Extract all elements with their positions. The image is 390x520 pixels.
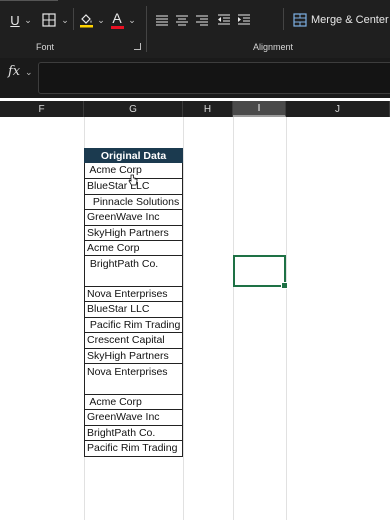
ribbon-edge bbox=[0, 0, 58, 4]
cell-text: Acme Corp bbox=[87, 242, 140, 254]
underline-icon: U bbox=[10, 12, 20, 28]
table-header-cell[interactable]: Original Data bbox=[84, 148, 183, 163]
column-header-h[interactable]: H bbox=[183, 101, 233, 117]
font-color-icon: A bbox=[112, 9, 122, 26]
merge-center-icon bbox=[293, 13, 307, 27]
merge-center-label: Merge & Center bbox=[311, 14, 389, 26]
underline-button[interactable]: U bbox=[8, 10, 22, 30]
gridline bbox=[286, 117, 287, 520]
font-color-dropdown[interactable]: ⌄ bbox=[127, 10, 137, 30]
font-color-swatch bbox=[110, 25, 124, 29]
cell-text: Nova Enterprises bbox=[87, 288, 168, 300]
ribbon-separator bbox=[283, 8, 284, 30]
chevron-down-icon[interactable]: ⌄ bbox=[25, 67, 33, 78]
decrease-indent-button[interactable] bbox=[216, 10, 232, 30]
column-header-f[interactable]: F bbox=[0, 101, 84, 117]
column-header-j[interactable]: J bbox=[286, 101, 390, 117]
align-bottom-icon bbox=[196, 15, 208, 26]
table-cell[interactable]: BlueStar LLC bbox=[84, 302, 183, 318]
cell-text: GreenWave Inc bbox=[87, 411, 160, 423]
decrease-indent-icon bbox=[218, 14, 230, 25]
table-cell[interactable]: Pacific Rim Trading bbox=[84, 441, 183, 457]
dialog-launcher-icon[interactable] bbox=[134, 43, 141, 50]
ribbon: U ⌄ ⌄ ⌄ A ⌄ Font Merge & Center Alignmen… bbox=[0, 0, 390, 58]
table-cell[interactable]: Pacific Rim Trading bbox=[84, 318, 183, 333]
alignment-group-label: Alignment bbox=[253, 42, 294, 52]
cell-text: SkyHigh Partners bbox=[87, 227, 169, 239]
align-middle-button[interactable] bbox=[174, 10, 190, 30]
table-cell[interactable]: Acme Corp bbox=[84, 395, 183, 410]
cell-text: Pinnacle Solutions bbox=[87, 196, 180, 208]
cell-text: BrightPath Co. bbox=[87, 258, 159, 270]
fill-color-dropdown[interactable]: ⌄ bbox=[96, 10, 106, 30]
align-top-button[interactable] bbox=[154, 10, 170, 30]
table-cell[interactable]: Crescent Capital bbox=[84, 333, 183, 349]
increase-indent-icon bbox=[238, 14, 250, 25]
increase-indent-button[interactable] bbox=[236, 10, 252, 30]
gridline bbox=[183, 117, 184, 520]
table-cell[interactable]: GreenWave Inc bbox=[84, 210, 183, 226]
cell-text: SkyHigh Partners bbox=[87, 350, 169, 362]
cell-text: Acme Corp bbox=[87, 396, 142, 408]
align-top-icon bbox=[156, 15, 168, 26]
table-cell[interactable]: SkyHigh Partners bbox=[84, 349, 183, 364]
cell-text: Pacific Rim Trading bbox=[87, 442, 178, 454]
cell-text: BlueStar LLC bbox=[87, 303, 150, 315]
table-cell[interactable]: BrightPath Co. bbox=[84, 256, 183, 287]
fill-color-button[interactable] bbox=[77, 10, 95, 30]
ribbon-separator bbox=[73, 8, 74, 30]
align-bottom-button[interactable] bbox=[194, 10, 210, 30]
formula-input[interactable] bbox=[38, 62, 390, 94]
borders-icon bbox=[42, 13, 56, 27]
cell-text: GreenWave Inc bbox=[87, 211, 160, 223]
worksheet-grid[interactable] bbox=[0, 117, 390, 520]
cell-text: Pacific Rim Trading bbox=[87, 319, 181, 331]
table-cell[interactable]: GreenWave Inc bbox=[84, 410, 183, 426]
merge-center-button[interactable]: Merge & Center bbox=[293, 10, 390, 30]
table-cell[interactable]: Nova Enterprises bbox=[84, 364, 183, 395]
align-middle-icon bbox=[176, 15, 188, 26]
table-cell[interactable]: BrightPath Co. bbox=[84, 426, 183, 441]
table-cell[interactable]: Pinnacle Solutions bbox=[84, 195, 183, 210]
ribbon-separator bbox=[146, 6, 147, 52]
table-cell[interactable]: SkyHigh Partners bbox=[84, 226, 183, 241]
cell-text: Nova Enterprises bbox=[87, 366, 168, 378]
fill-color-icon bbox=[79, 14, 93, 28]
cell-text: BrightPath Co. bbox=[87, 427, 156, 439]
active-cell[interactable] bbox=[233, 255, 288, 289]
column-header-bar: F G H I J bbox=[0, 101, 390, 117]
borders-dropdown[interactable]: ⌄ bbox=[60, 10, 70, 30]
column-header-i[interactable]: I bbox=[233, 101, 286, 117]
underline-dropdown[interactable]: ⌄ bbox=[23, 10, 33, 30]
cell-text: Crescent Capital bbox=[87, 334, 165, 346]
mouse-cursor-icon bbox=[128, 174, 138, 186]
column-header-g[interactable]: G bbox=[84, 101, 183, 117]
font-color-button[interactable]: A bbox=[108, 10, 126, 30]
table-cell[interactable]: Nova Enterprises bbox=[84, 287, 183, 302]
insert-function-button[interactable]: fx bbox=[8, 64, 20, 79]
borders-button[interactable] bbox=[40, 10, 58, 30]
font-group-label: Font bbox=[36, 42, 55, 52]
table-cell[interactable]: Acme Corp bbox=[84, 241, 183, 256]
gridline bbox=[233, 117, 234, 520]
